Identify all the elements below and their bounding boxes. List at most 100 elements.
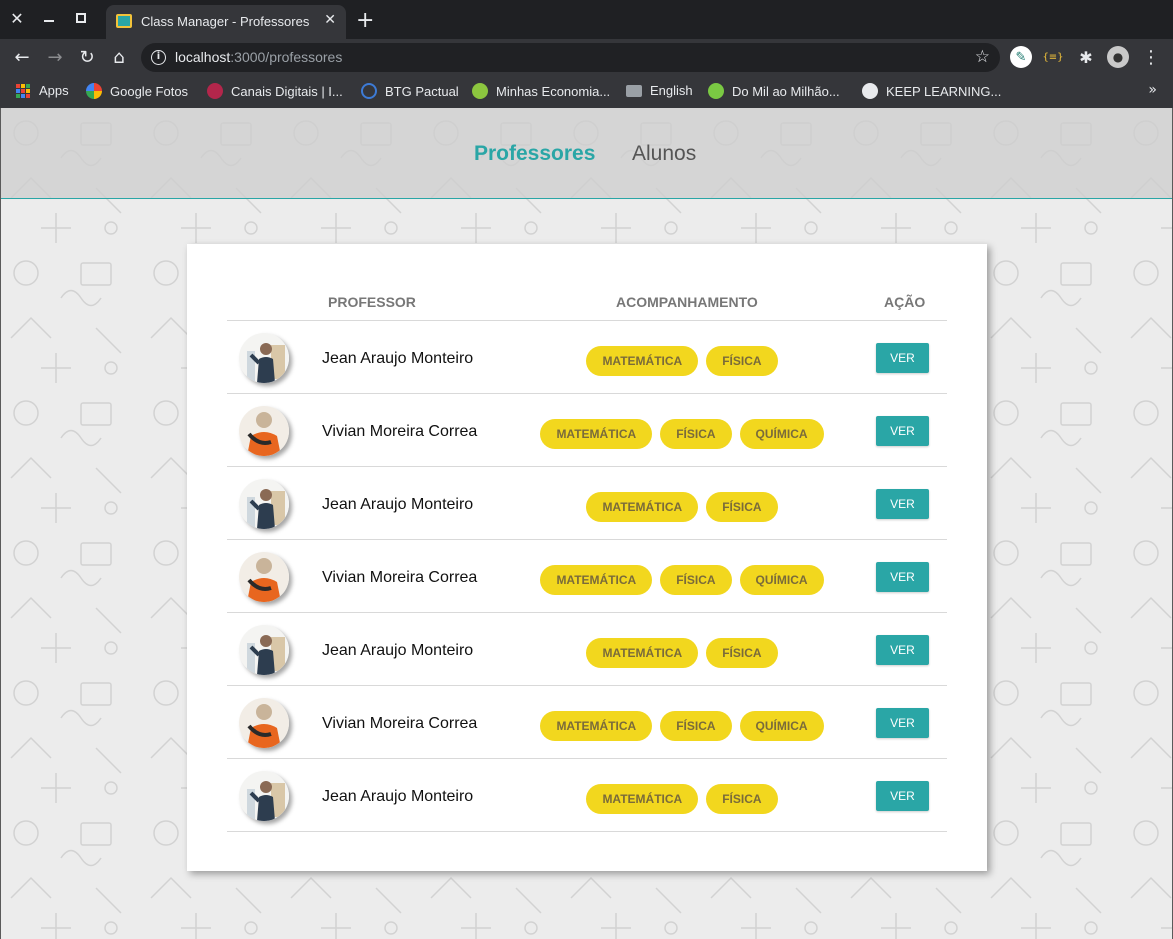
table-row: Vivian Moreira Correa MATEMÁTICA FÍSICA QUÍ… (227, 686, 947, 759)
subject-badge: MATEMÁTICA (586, 346, 699, 376)
app-header: Professores Alunos (1, 108, 1172, 199)
tab-title: Class Manager - Professores (141, 14, 310, 29)
subject-badges: MATEMÁTICA FÍSICA (467, 346, 897, 376)
avatar (239, 333, 289, 383)
tab-close-icon[interactable]: ✕ (324, 12, 336, 28)
google-photos-icon (86, 83, 102, 99)
subject-badges: MATEMÁTICA FÍSICA (467, 492, 897, 522)
ver-button[interactable]: VER (876, 562, 929, 592)
profile-avatar-icon[interactable]: ● (1107, 46, 1129, 68)
subject-badge: QUÍMICA (739, 419, 824, 449)
subject-badge: MATEMÁTICA (586, 638, 699, 668)
ver-button[interactable]: VER (876, 489, 929, 519)
color-picker-extension-icon[interactable]: ✎ (1010, 46, 1032, 68)
window-maximize-icon[interactable] (69, 6, 93, 30)
extensions-puzzle-icon[interactable]: ✱ (1075, 46, 1097, 68)
browser-toolbar: ← → ↻ ⌂ i localhost:3000/professores ☆ ✎… (0, 39, 1173, 76)
subject-badge: FÍSICA (660, 419, 732, 449)
do-mil-icon (708, 83, 724, 99)
btg-icon (361, 83, 377, 99)
ver-button[interactable]: VER (876, 781, 929, 811)
column-header-acao: AÇÃO (884, 294, 926, 310)
reload-icon[interactable]: ↻ (76, 46, 98, 68)
apps-grid-icon (16, 83, 30, 98)
teacher-name: Jean Araujo Monteiro (322, 788, 474, 805)
subject-badge: QUÍMICA (739, 711, 824, 741)
folder-icon (626, 84, 642, 97)
bookmark-star-icon[interactable]: ☆ (975, 47, 990, 67)
avatar (239, 552, 289, 602)
subject-badge: FÍSICA (706, 492, 778, 522)
page-viewport: Professores Alunos PROFESSOR ACOMPANHAME… (0, 108, 1173, 939)
bookmark-keep-learning[interactable]: KEEP LEARNING... (862, 83, 1001, 99)
ver-button[interactable]: VER (876, 635, 929, 665)
bookmarks-bar: Apps Google Fotos Canais Digitais | I...… (0, 76, 1173, 108)
teacher-name: Vivian Moreira Correa (322, 569, 478, 586)
bank-icon (207, 83, 223, 99)
avatar (239, 771, 289, 821)
subject-badges: MATEMÁTICA FÍSICA QUÍMICA (467, 565, 897, 595)
nav-link-alunos[interactable]: Alunos (632, 142, 696, 166)
browser-titlebar: ✕ Class Manager - Professores ✕ + (0, 0, 1173, 39)
avatar (239, 406, 289, 456)
money-icon (472, 83, 488, 99)
browser-tab[interactable]: Class Manager - Professores ✕ (106, 5, 346, 39)
professors-table-card: PROFESSOR ACOMPANHAMENTO AÇÃO Jean Arauj… (187, 244, 987, 871)
bookmark-google-fotos[interactable]: Google Fotos (86, 83, 188, 99)
bookmark-english[interactable]: English (626, 83, 693, 98)
globe-icon (862, 83, 878, 99)
table-row: Jean Araujo Monteiro MATEMÁTICA FÍSICA VER (227, 321, 947, 394)
json-extension-icon[interactable]: {≡} (1042, 46, 1064, 68)
subject-badge: MATEMÁTICA (540, 419, 653, 449)
table-row: Jean Araujo Monteiro MATEMÁTICA FÍSICA VER (227, 467, 947, 540)
teacher-name: Jean Araujo Monteiro (322, 496, 474, 513)
avatar (239, 479, 289, 529)
bookmark-do-mil-ao-milhao[interactable]: Do Mil ao Milhão... (708, 83, 840, 99)
nav-link-professores[interactable]: Professores (474, 142, 595, 166)
subject-badge: FÍSICA (706, 784, 778, 814)
url-text[interactable]: localhost:3000/professores (175, 49, 342, 65)
ver-button[interactable]: VER (876, 343, 929, 373)
subject-badge: FÍSICA (660, 565, 732, 595)
ver-button[interactable]: VER (876, 416, 929, 446)
window-close-icon[interactable]: ✕ (5, 6, 29, 30)
subject-badge: MATEMÁTICA (586, 784, 699, 814)
bookmarks-more-icon[interactable]: » (1148, 82, 1157, 98)
favicon-icon (116, 14, 132, 28)
bookmark-apps[interactable]: Apps (16, 83, 69, 98)
table-row: Jean Araujo Monteiro MATEMÁTICA FÍSICA VER (227, 759, 947, 832)
avatar (239, 625, 289, 675)
bookmark-minhas-economias[interactable]: Minhas Economia... (472, 83, 610, 99)
subject-badges: MATEMÁTICA FÍSICA QUÍMICA (467, 419, 897, 449)
subject-badge: QUÍMICA (739, 565, 824, 595)
subject-badges: MATEMÁTICA FÍSICA (467, 784, 897, 814)
subject-badge: MATEMÁTICA (586, 492, 699, 522)
subject-badges: MATEMÁTICA FÍSICA (467, 638, 897, 668)
address-bar[interactable]: i localhost:3000/professores ☆ (141, 43, 1000, 72)
home-icon[interactable]: ⌂ (108, 46, 130, 68)
subject-badges: MATEMÁTICA FÍSICA QUÍMICA (467, 711, 897, 741)
menu-dots-icon[interactable]: ⋮ (1140, 46, 1162, 68)
teacher-name: Vivian Moreira Correa (322, 423, 478, 440)
site-info-icon[interactable]: i (151, 50, 166, 65)
subject-badge: FÍSICA (660, 711, 732, 741)
subject-badge: FÍSICA (706, 638, 778, 668)
back-arrow-icon[interactable]: ← (11, 46, 33, 68)
bookmark-canais-digitais[interactable]: Canais Digitais | I... (207, 83, 343, 99)
column-header-professor: PROFESSOR (328, 294, 416, 310)
table-row: Jean Araujo Monteiro MATEMÁTICA FÍSICA VER (227, 613, 947, 686)
table-row: Vivian Moreira Correa MATEMÁTICA FÍSICA QUÍ… (227, 540, 947, 613)
forward-arrow-icon[interactable]: → (44, 46, 66, 68)
column-header-acompanhamento: ACOMPANHAMENTO (616, 294, 758, 310)
table-row: Vivian Moreira Correa MATEMÁTICA FÍSICA QUÍ… (227, 394, 947, 467)
window-minimize-icon[interactable] (37, 6, 61, 30)
teacher-name: Jean Araujo Monteiro (322, 642, 474, 659)
ver-button[interactable]: VER (876, 708, 929, 738)
subject-badge: FÍSICA (706, 346, 778, 376)
teacher-name: Jean Araujo Monteiro (322, 350, 474, 367)
new-tab-icon[interactable]: + (356, 8, 374, 34)
subject-badge: MATEMÁTICA (540, 565, 653, 595)
subject-badge: MATEMÁTICA (540, 711, 653, 741)
avatar (239, 698, 289, 748)
bookmark-btg-pactual[interactable]: BTG Pactual (361, 83, 459, 99)
